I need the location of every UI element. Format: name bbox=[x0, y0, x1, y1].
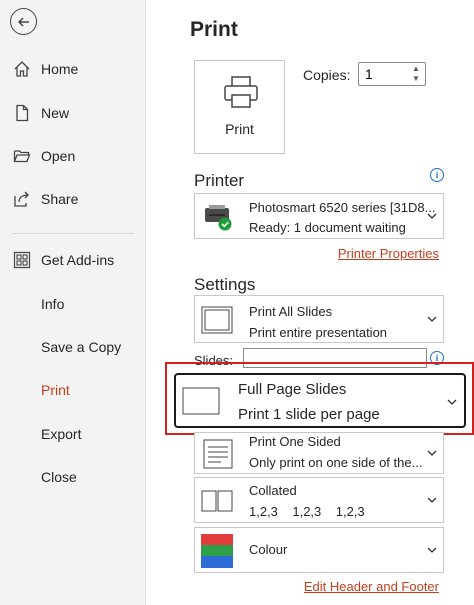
chevron-down-icon bbox=[427, 213, 437, 219]
print-layout-label: Full Page Slides bbox=[238, 381, 347, 398]
share-icon bbox=[12, 189, 32, 209]
sidebar-item-label: Export bbox=[41, 426, 82, 442]
sides-dropdown[interactable]: Print One Sided Only print on one side o… bbox=[194, 432, 444, 474]
printer-properties-link[interactable]: Printer Properties bbox=[338, 246, 439, 261]
chevron-down-icon[interactable]: ▼ bbox=[409, 74, 423, 84]
sides-description: Only print on one side of the... bbox=[249, 455, 423, 470]
sidebar-item-label: New bbox=[41, 105, 70, 121]
printer-icon bbox=[224, 76, 258, 108]
sidebar-item-label: Save a Copy bbox=[41, 339, 122, 355]
sidebar-item-label: Print bbox=[41, 382, 70, 398]
sidebar-item-label: Info bbox=[41, 296, 65, 312]
print-button[interactable]: Print bbox=[194, 60, 285, 154]
collation-dropdown[interactable]: Collated 1,2,3 1,2,3 1,2,3 bbox=[194, 477, 444, 523]
print-layout-description: Print 1 slide per page bbox=[238, 406, 380, 423]
sidebar-item-label: Share bbox=[41, 191, 79, 207]
sidebar-item-save-a-copy[interactable]: Save a Copy bbox=[0, 329, 146, 365]
chevron-down-icon bbox=[427, 547, 437, 553]
sidebar-item-home[interactable]: Home bbox=[0, 51, 146, 87]
edit-header-footer-link[interactable]: Edit Header and Footer bbox=[304, 579, 439, 594]
collation-description: 1,2,3 1,2,3 1,2,3 bbox=[249, 504, 365, 519]
info-icon[interactable]: i bbox=[430, 168, 444, 182]
sidebar-item-label: Open bbox=[41, 148, 76, 164]
sidebar-item-label: Home bbox=[41, 61, 79, 77]
sidebar-item-open[interactable]: Open bbox=[0, 138, 146, 174]
chevron-down-icon bbox=[427, 316, 437, 322]
print-range-description: Print entire presentation bbox=[249, 325, 388, 340]
slides-stack-icon bbox=[201, 306, 233, 334]
sidebar-item-new[interactable]: New bbox=[0, 95, 146, 131]
print-range-dropdown[interactable]: Print All Slides Print entire presentati… bbox=[194, 295, 444, 343]
settings-heading: Settings bbox=[194, 275, 256, 294]
copies-stepper[interactable]: ▲ ▼ bbox=[409, 64, 423, 84]
arrow-left-icon bbox=[17, 16, 29, 27]
page-title: Print bbox=[190, 18, 238, 41]
collated-icon bbox=[201, 490, 233, 512]
one-sided-page-icon bbox=[203, 439, 233, 469]
sidebar-item-print[interactable]: Print bbox=[0, 372, 146, 408]
back-button[interactable] bbox=[10, 8, 37, 35]
printer-ready-icon bbox=[205, 205, 232, 231]
sidebar-item-share[interactable]: Share bbox=[0, 181, 146, 217]
printer-heading: Printer bbox=[194, 171, 245, 190]
chevron-down-icon bbox=[427, 450, 437, 456]
print-button-label: Print bbox=[225, 121, 254, 137]
sidebar-item-get-add-ins[interactable]: Get Add-ins bbox=[0, 242, 146, 278]
sidebar-item-label: Get Add-ins bbox=[41, 252, 115, 268]
printer-status: Ready: 1 document waiting bbox=[249, 220, 406, 235]
sidebar-item-close[interactable]: Close bbox=[0, 459, 146, 495]
printer-dropdown[interactable]: Photosmart 6520 series [31D8... Ready: 1… bbox=[194, 193, 444, 239]
printer-name: Photosmart 6520 series [31D8... bbox=[249, 200, 436, 215]
color-icon bbox=[201, 534, 233, 568]
print-range-label: Print All Slides bbox=[249, 304, 333, 319]
chevron-down-icon bbox=[447, 399, 457, 405]
print-layout-dropdown[interactable]: Full Page Slides Print 1 slide per page bbox=[174, 373, 466, 428]
collation-label: Collated bbox=[249, 483, 297, 498]
new-document-icon bbox=[12, 103, 32, 123]
sidebar-item-label: Close bbox=[41, 469, 77, 485]
chevron-down-icon bbox=[427, 497, 437, 503]
folder-icon bbox=[12, 146, 32, 166]
backstage-sidebar: Home New Open Share Get Add-ins Info Sav… bbox=[0, 0, 146, 605]
sidebar-item-info[interactable]: Info bbox=[0, 286, 146, 322]
grid-icon bbox=[12, 250, 32, 270]
sides-label: Print One Sided bbox=[249, 434, 341, 449]
color-dropdown[interactable]: Colour bbox=[194, 527, 444, 573]
full-page-slide-icon bbox=[182, 387, 220, 415]
color-label: Colour bbox=[249, 542, 288, 557]
sidebar-item-export[interactable]: Export bbox=[0, 416, 146, 452]
home-icon bbox=[12, 59, 32, 79]
sidebar-divider bbox=[12, 233, 134, 234]
chevron-up-icon[interactable]: ▲ bbox=[409, 64, 423, 74]
copies-label: Copies: bbox=[303, 67, 351, 83]
